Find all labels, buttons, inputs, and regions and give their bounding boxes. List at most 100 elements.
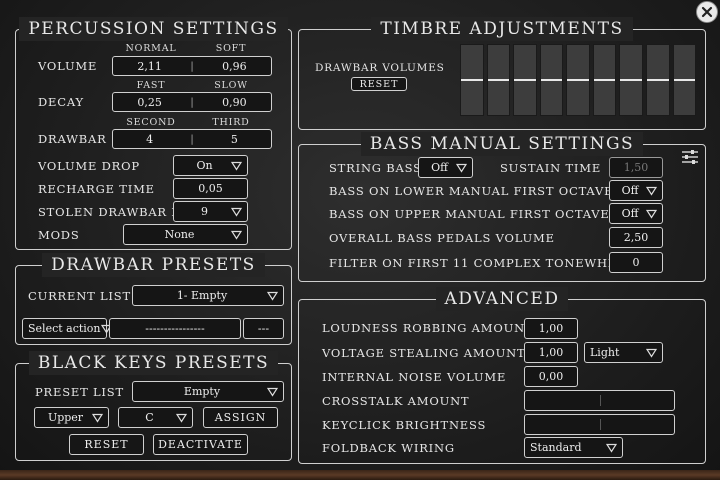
drawbar-volume-column[interactable] bbox=[645, 44, 670, 116]
drawbar-volume-column[interactable] bbox=[566, 44, 590, 116]
current-list-value: 1- Empty bbox=[176, 289, 228, 302]
decay-fast-value[interactable]: 0,25 bbox=[119, 96, 180, 109]
stolen-drawbar-label: STOLEN DRAWBAR N° bbox=[38, 205, 189, 219]
drawbar-second-value[interactable]: 4 bbox=[119, 133, 180, 146]
sustain-time-field[interactable]: 1,50 bbox=[609, 157, 663, 178]
drawbar-third-header: THIRD bbox=[212, 117, 250, 128]
bass-lower-manual-dropdown[interactable]: Off bbox=[609, 180, 663, 201]
chevron-down-icon bbox=[646, 209, 657, 219]
bass-pedals-volume-field[interactable]: 2,50 bbox=[609, 227, 663, 248]
bass-lower-manual-value: Off bbox=[621, 184, 639, 197]
stolen-drawbar-dropdown[interactable]: 9 bbox=[173, 201, 248, 222]
drawbar-volume-level bbox=[567, 79, 589, 81]
select-action-dropdown[interactable]: Select action bbox=[22, 318, 112, 339]
manual-value: Upper bbox=[47, 411, 84, 424]
decay-slow-header: SLOW bbox=[214, 80, 248, 91]
current-list-dropdown[interactable]: 1- Empty bbox=[132, 285, 284, 306]
keyclick-brightness-slider[interactable] bbox=[524, 414, 675, 435]
internal-noise-field[interactable]: 0,00 bbox=[524, 366, 578, 387]
drawbar-volume-level bbox=[540, 79, 563, 81]
chevron-down-icon bbox=[456, 163, 467, 173]
panel-title: BLACK KEYS PRESETS bbox=[28, 351, 279, 375]
chevron-down-icon bbox=[606, 443, 617, 453]
filter-tonewheels-field[interactable]: 0 bbox=[609, 252, 663, 273]
drawbar-volumes-label: DRAWBAR VOLUMES bbox=[315, 62, 445, 74]
chevron-down-icon bbox=[646, 186, 657, 196]
mods-value: None bbox=[164, 228, 195, 241]
chevron-down-icon bbox=[92, 413, 103, 423]
note-dropdown[interactable]: C bbox=[118, 407, 193, 428]
deactivate-button[interactable]: DEACTIVATE bbox=[153, 434, 248, 455]
string-bass-dropdown[interactable]: Off bbox=[418, 157, 473, 178]
volume-label: VOLUME bbox=[38, 59, 98, 73]
drawbar-volume-column[interactable] bbox=[486, 44, 511, 116]
voltage-mode-value: Light bbox=[590, 346, 620, 359]
keyclick-brightness-label: KEYCLICK BRIGHTNESS bbox=[322, 418, 487, 432]
foldback-wiring-value: Standard bbox=[530, 441, 582, 454]
drawbar-volume-column[interactable] bbox=[619, 44, 643, 116]
chevron-down-icon bbox=[267, 291, 278, 301]
chevron-down-icon bbox=[267, 387, 278, 397]
note-value: C bbox=[145, 411, 154, 424]
drawbar-volumes-control[interactable] bbox=[460, 44, 697, 116]
foldback-wiring-dropdown[interactable]: Standard bbox=[524, 437, 623, 458]
drawbar-volume-level bbox=[514, 79, 536, 81]
volume-soft-value[interactable]: 0,96 bbox=[204, 60, 265, 73]
drawbar-label: DRAWBAR bbox=[38, 132, 107, 146]
volume-drop-dropdown[interactable]: On bbox=[173, 155, 248, 176]
panel-title: BASS MANUAL SETTINGS bbox=[360, 132, 644, 156]
volume-drop-label: VOLUME DROP bbox=[38, 159, 140, 173]
separator: | bbox=[190, 60, 194, 72]
separator: | bbox=[190, 133, 194, 145]
volume-normal-header: NORMAL bbox=[125, 43, 177, 54]
voltage-stealing-field[interactable]: 1,00 bbox=[524, 342, 578, 363]
bass-pedals-volume-label: OVERALL BASS PEDALS VOLUME bbox=[329, 231, 555, 245]
mods-label: MODS bbox=[38, 228, 80, 242]
crosstalk-slider[interactable] bbox=[524, 390, 675, 411]
voltage-mode-dropdown[interactable]: Light bbox=[584, 342, 663, 363]
mods-dropdown[interactable]: None bbox=[123, 224, 248, 245]
volume-soft-header: SOFT bbox=[215, 43, 247, 54]
select-action-value: Select action bbox=[28, 322, 101, 335]
sustain-time-label: SUSTAIN TIME bbox=[500, 161, 602, 175]
drawbar-volume-column[interactable] bbox=[539, 44, 564, 116]
panel-title: TIMBRE ADJUSTMENTS bbox=[371, 17, 633, 41]
preset-list-label: PRESET LIST bbox=[35, 385, 124, 399]
decay-slow-value[interactable]: 0,90 bbox=[204, 96, 265, 109]
timbre-reset-button[interactable]: RESET bbox=[351, 77, 407, 91]
volume-normal-value[interactable]: 2,11 bbox=[119, 60, 180, 73]
internal-noise-label: INTERNAL NOISE VOLUME bbox=[322, 370, 507, 384]
recharge-time-label: RECHARGE TIME bbox=[38, 182, 155, 196]
decay-field[interactable]: 0,25 | 0,90 bbox=[112, 92, 272, 112]
loudness-robbing-field[interactable]: 1,00 bbox=[524, 318, 578, 339]
drawbar-third-value[interactable]: 5 bbox=[204, 133, 265, 146]
preset-list-value: Empty bbox=[183, 385, 221, 398]
drawbar-volume-column[interactable] bbox=[513, 44, 537, 116]
decay-label: DECAY bbox=[38, 95, 84, 109]
chevron-down-icon bbox=[646, 348, 657, 358]
chevron-down-icon bbox=[231, 207, 242, 217]
preset-list-dropdown[interactable]: Empty bbox=[132, 381, 284, 402]
assign-button[interactable]: ASSIGN bbox=[203, 407, 278, 428]
drawbar-volume-column[interactable] bbox=[592, 44, 617, 116]
manual-dropdown[interactable]: Upper bbox=[34, 407, 109, 428]
recharge-time-field[interactable]: 0,05 bbox=[173, 178, 248, 199]
drawbar-volume-column[interactable] bbox=[460, 44, 484, 116]
drawbar-field[interactable]: 4 | 5 bbox=[112, 129, 272, 149]
drawbar-volume-column[interactable] bbox=[672, 44, 697, 116]
volume-field[interactable]: 2,11 | 0,96 bbox=[112, 56, 272, 76]
preset-small-field[interactable]: --- bbox=[243, 318, 284, 339]
close-button[interactable] bbox=[696, 1, 718, 23]
decay-fast-header: FAST bbox=[136, 80, 166, 91]
filter-tonewheels-label: FILTER ON FIRST 11 COMPLEX TONEWHEELS bbox=[329, 256, 644, 270]
chevron-down-icon bbox=[231, 230, 242, 240]
preset-name-field[interactable]: ---------------- bbox=[109, 318, 241, 339]
crosstalk-label: CROSSTALK AMOUNT bbox=[322, 394, 470, 408]
loudness-robbing-label: LOUDNESS ROBBING AMOUNT bbox=[322, 321, 534, 335]
drawbar-volume-level bbox=[646, 79, 669, 81]
drawbar-volume-level bbox=[461, 79, 483, 81]
reset-button[interactable]: RESET bbox=[69, 434, 144, 455]
bass-upper-manual-dropdown[interactable]: Off bbox=[609, 203, 663, 224]
settings-sliders-icon[interactable] bbox=[681, 149, 699, 165]
chevron-down-icon bbox=[176, 413, 187, 423]
